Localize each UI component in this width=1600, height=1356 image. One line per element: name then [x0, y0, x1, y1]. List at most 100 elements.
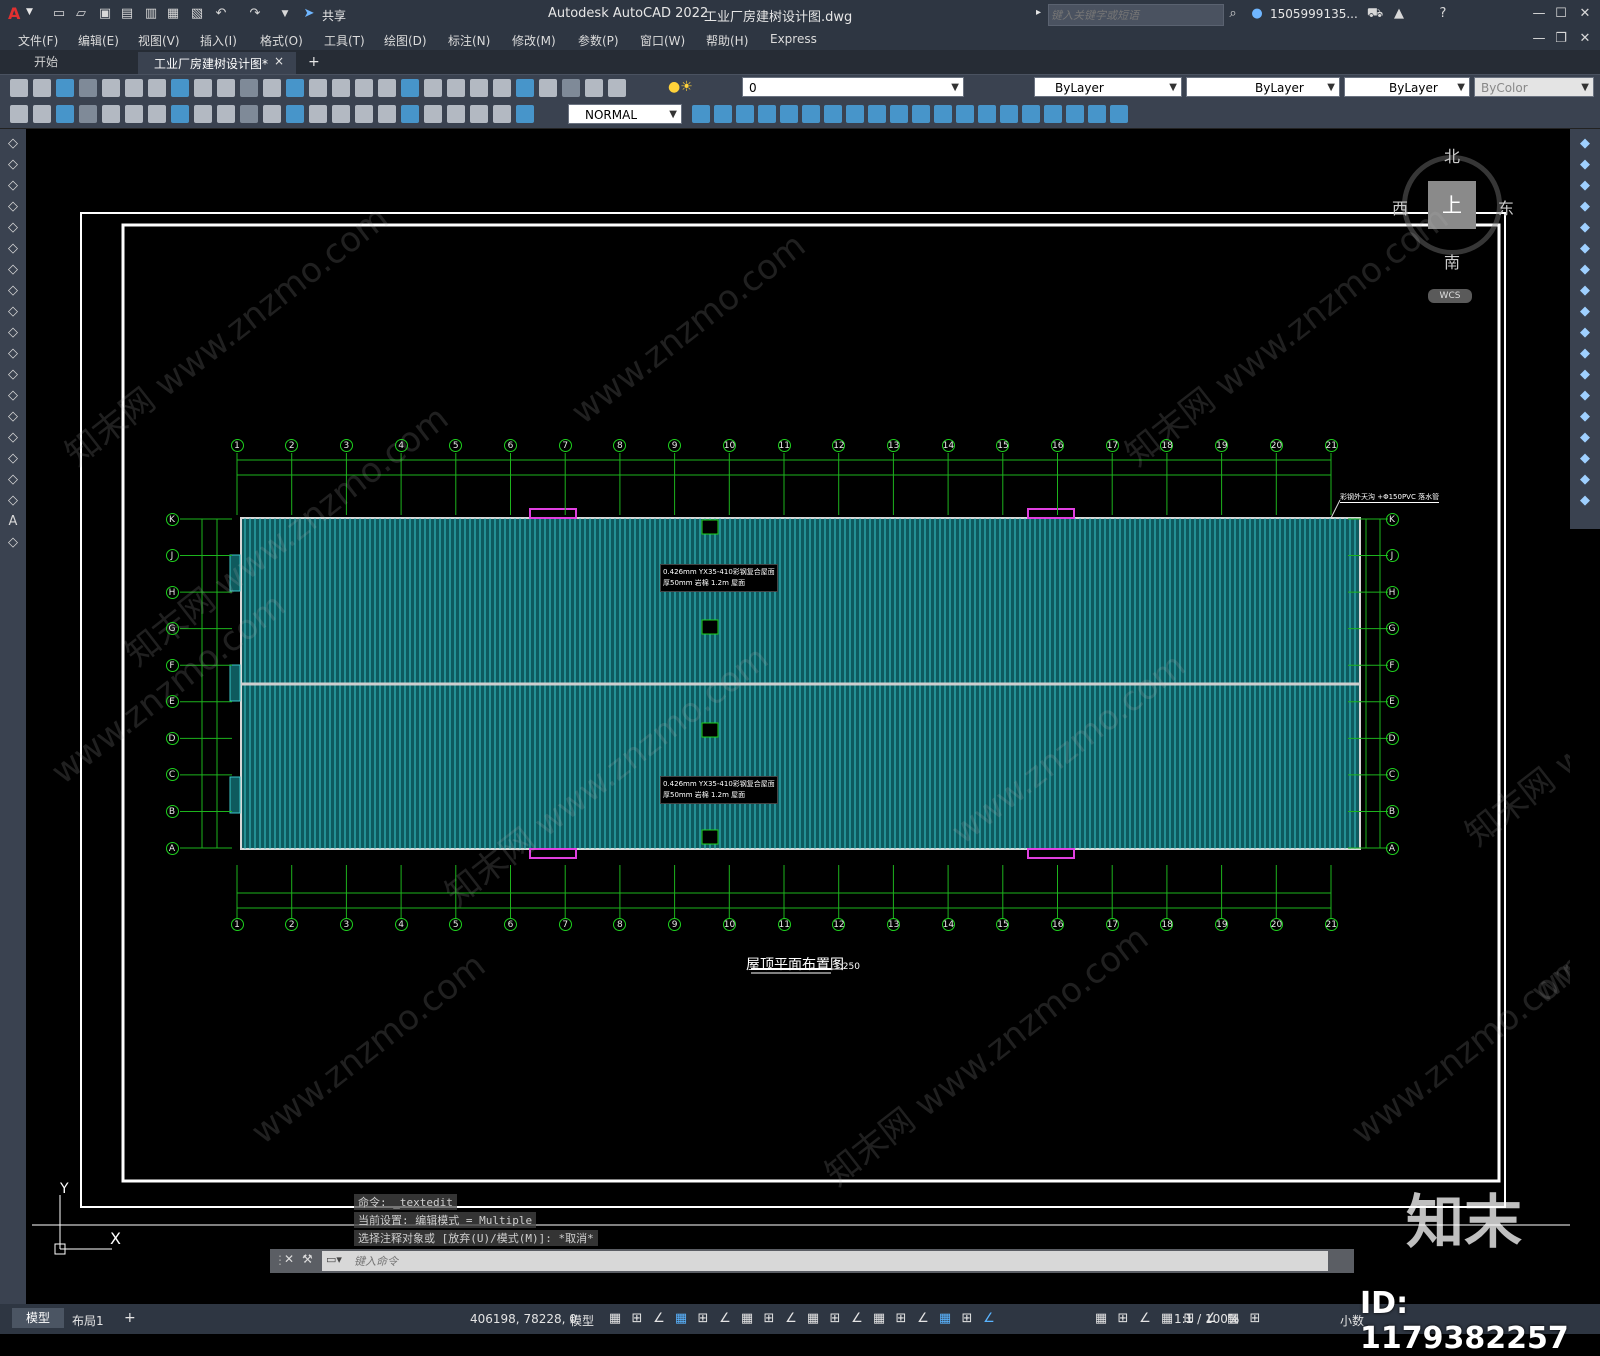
- standard-tool-icon[interactable]: [355, 79, 373, 97]
- menu-view[interactable]: 视图(V): [138, 32, 180, 49]
- user-name[interactable]: 1505999135...: [1270, 7, 1358, 21]
- menu-parametric[interactable]: 参数(P): [578, 32, 619, 49]
- modify-tool-icon[interactable]: [868, 105, 886, 123]
- dimension-tool-icon[interactable]: [33, 105, 51, 123]
- standard-tool-icon[interactable]: [309, 79, 327, 97]
- tab-start[interactable]: 开始: [24, 52, 68, 72]
- modify-tool-icon[interactable]: [1088, 105, 1106, 123]
- tab-close-icon[interactable]: ×: [274, 54, 284, 68]
- standard-tool-icon[interactable]: [424, 79, 442, 97]
- save-icon[interactable]: ▣: [96, 5, 114, 23]
- standard-tool-icon[interactable]: [125, 79, 143, 97]
- status-toggle-icon[interactable]: ∠: [1136, 1310, 1154, 1328]
- dimension-tool-icon[interactable]: [194, 105, 212, 123]
- menu-draw[interactable]: 绘图(D): [384, 32, 427, 49]
- tab-document[interactable]: 工业厂房建树设计图* ×: [138, 52, 296, 74]
- coordinates-readout[interactable]: 406198, 78228, 0: [470, 1312, 577, 1326]
- arc-icon[interactable]: ◇: [4, 177, 22, 195]
- extend-icon[interactable]: ◆: [1576, 345, 1594, 363]
- menu-modify[interactable]: 修改(M): [512, 32, 556, 49]
- region-icon[interactable]: ◇: [4, 471, 22, 489]
- circle-icon[interactable]: ◇: [4, 261, 22, 279]
- standard-tool-icon[interactable]: [493, 79, 511, 97]
- polygon-icon[interactable]: ◇: [4, 198, 22, 216]
- share-icon[interactable]: ➤: [300, 5, 318, 23]
- dimension-tool-icon[interactable]: [79, 105, 97, 123]
- menu-format[interactable]: 格式(O): [260, 32, 303, 49]
- standard-tool-icon[interactable]: [102, 79, 120, 97]
- array-icon[interactable]: ◆: [1576, 219, 1594, 237]
- trim-icon[interactable]: ◆: [1576, 324, 1594, 342]
- dimension-tool-icon[interactable]: [332, 105, 350, 123]
- status-toggle-icon[interactable]: ∠: [980, 1310, 998, 1328]
- status-toggle-icon[interactable]: ⊞: [958, 1310, 976, 1328]
- mirror-icon[interactable]: ◆: [1576, 177, 1594, 195]
- app-logo[interactable]: A: [8, 4, 20, 23]
- break-icon[interactable]: ◆: [1576, 387, 1594, 405]
- standard-tool-icon[interactable]: [562, 79, 580, 97]
- modify-tool-icon[interactable]: [1110, 105, 1128, 123]
- spline-icon[interactable]: ◇: [4, 303, 22, 321]
- status-toggle-icon[interactable]: ▦: [804, 1310, 822, 1328]
- close-icon[interactable]: ✕: [1576, 5, 1594, 23]
- linetype-dropdown[interactable]: ByLayer ▼: [1186, 77, 1340, 97]
- menu-file[interactable]: 文件(F): [18, 32, 58, 49]
- status-toggle-icon[interactable]: ∠: [716, 1310, 734, 1328]
- status-toggle-icon[interactable]: ⊞: [826, 1310, 844, 1328]
- dimension-tool-icon[interactable]: [424, 105, 442, 123]
- dimension-tool-icon[interactable]: [171, 105, 189, 123]
- dimension-tool-icon[interactable]: [10, 105, 28, 123]
- status-toggle-icon[interactable]: ⊞: [1246, 1310, 1264, 1328]
- scale-icon[interactable]: ◆: [1576, 282, 1594, 300]
- line-icon[interactable]: ◇: [4, 135, 22, 153]
- standard-tool-icon[interactable]: [539, 79, 557, 97]
- new-tab-button[interactable]: +: [298, 52, 330, 72]
- dimension-tool-icon[interactable]: [355, 105, 373, 123]
- arc2-icon[interactable]: ◇: [4, 240, 22, 258]
- dimension-tool-icon[interactable]: [447, 105, 465, 123]
- modify-tool-icon[interactable]: [978, 105, 996, 123]
- viewcube-north[interactable]: 北: [1444, 143, 1460, 167]
- standard-tool-icon[interactable]: [240, 79, 258, 97]
- standard-tool-icon[interactable]: [447, 79, 465, 97]
- status-toggle-icon[interactable]: ∠: [650, 1310, 668, 1328]
- customize-chevron-icon[interactable]: ▼: [276, 5, 294, 23]
- hatch-icon[interactable]: ◇: [4, 429, 22, 447]
- share-button[interactable]: 共享: [322, 7, 346, 24]
- standard-tool-icon[interactable]: [171, 79, 189, 97]
- dimension-tool-icon[interactable]: [470, 105, 488, 123]
- status-toggle-icon[interactable]: ∠: [848, 1310, 866, 1328]
- standard-tool-icon[interactable]: [332, 79, 350, 97]
- dimension-tool-icon[interactable]: [148, 105, 166, 123]
- doc-close-icon[interactable]: ✕: [1576, 30, 1594, 48]
- layout-tab-model[interactable]: 模型: [12, 1308, 64, 1328]
- menu-window[interactable]: 窗口(W): [640, 32, 685, 49]
- table-icon[interactable]: ◇: [4, 492, 22, 510]
- modify-tool-icon[interactable]: [890, 105, 908, 123]
- standard-tool-icon[interactable]: [194, 79, 212, 97]
- modify-tool-icon[interactable]: [1022, 105, 1040, 123]
- dimension-tool-icon[interactable]: [102, 105, 120, 123]
- menu-dimension[interactable]: 标注(N): [448, 32, 490, 49]
- menu-express[interactable]: Express: [770, 32, 817, 46]
- join-icon[interactable]: ◆: [1576, 408, 1594, 426]
- dimension-tool-icon[interactable]: [125, 105, 143, 123]
- dimension-tool-icon[interactable]: [516, 105, 534, 123]
- standard-tool-icon[interactable]: [217, 79, 235, 97]
- polyline-icon[interactable]: ◇: [4, 156, 22, 174]
- dimension-tool-icon[interactable]: [401, 105, 419, 123]
- new-file-icon[interactable]: ▭: [50, 5, 68, 23]
- standard-tool-icon[interactable]: [470, 79, 488, 97]
- cart-icon[interactable]: ⛟: [1366, 5, 1384, 23]
- status-toggle-icon[interactable]: ▦: [1092, 1310, 1110, 1328]
- command-settings-icon[interactable]: ⚒: [302, 1252, 313, 1266]
- standard-tool-icon[interactable]: [148, 79, 166, 97]
- insert-block-icon[interactable]: ◇: [4, 366, 22, 384]
- rectangle-icon[interactable]: ◇: [4, 219, 22, 237]
- dimension-tool-icon[interactable]: [56, 105, 74, 123]
- search-input[interactable]: [1048, 4, 1224, 26]
- point-icon[interactable]: ◇: [4, 408, 22, 426]
- status-toggle-icon[interactable]: ▦: [936, 1310, 954, 1328]
- add-selected-icon[interactable]: ◇: [4, 534, 22, 552]
- model-space-button[interactable]: 模型: [570, 1312, 594, 1329]
